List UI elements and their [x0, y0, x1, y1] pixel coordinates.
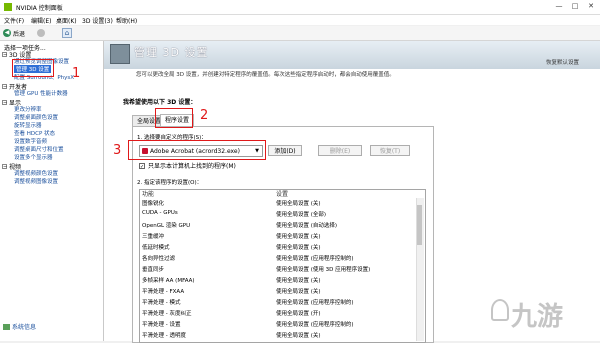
table-row-feature[interactable]: 低延时模式: [142, 243, 170, 251]
watermark-text: 九游: [511, 302, 564, 332]
table-row-setting[interactable]: 使用全局设置 (关): [276, 243, 321, 251]
minimize-button[interactable]: —: [552, 1, 566, 12]
annotation-box-2: [155, 108, 193, 128]
menu-edit[interactable]: 编辑(E): [31, 16, 51, 25]
annotation-box-3: [128, 140, 266, 160]
menu-file[interactable]: 文件(F): [4, 16, 24, 25]
sidebar-item-resolution[interactable]: 更改分辨率: [14, 105, 42, 113]
remove-program-button[interactable]: 删除(E): [318, 145, 362, 156]
add-program-button[interactable]: 添加(D): [268, 145, 302, 156]
sidebar-item-desktop-color[interactable]: 调整桌面颜色设置: [14, 113, 58, 121]
maximize-button[interactable]: □: [568, 1, 582, 12]
system-info-link[interactable]: 系统信息: [3, 322, 36, 331]
toolbar: [0, 26, 600, 41]
table-row-feature[interactable]: 平滑处理 - 灰度纠正: [142, 309, 191, 317]
table-row-feature[interactable]: 平滑处理 - 模式: [142, 298, 180, 306]
table-row-feature[interactable]: OpenGL 渲染 GPU: [142, 221, 190, 229]
collapse-icon[interactable]: −: [2, 164, 7, 170]
system-info-icon: [3, 323, 10, 330]
table-row-feature[interactable]: 各向异性过滤: [142, 254, 175, 262]
table-row-feature[interactable]: 平滑处理 - FXAA: [142, 287, 184, 295]
page-title: 管理 3D 设置: [134, 46, 209, 59]
table-row-setting[interactable]: 使用全局设置 (全部): [276, 210, 326, 218]
checkbox-check-icon[interactable]: ✓: [139, 162, 145, 170]
section-title: 我希望使用以下 3D 设置：: [123, 99, 197, 106]
restore-defaults-link[interactable]: 恢复默认设置: [546, 58, 579, 66]
collapse-icon[interactable]: −: [2, 100, 7, 106]
title-bar: [0, 0, 600, 15]
3d-settings-icon: [110, 44, 130, 64]
menu-help[interactable]: 帮助(H): [116, 16, 137, 25]
table-row-setting[interactable]: 使用全局设置 (关): [276, 331, 321, 339]
table-row-setting[interactable]: 使用全局设置 (关): [276, 287, 321, 295]
back-button[interactable]: ◀ 后退: [3, 28, 25, 38]
collapse-icon[interactable]: −: [2, 84, 7, 90]
table-row-setting[interactable]: 使用全局设置 (应用程序控制的): [276, 320, 354, 328]
forward-button[interactable]: [37, 29, 45, 37]
annotation-number-3: 3: [113, 143, 122, 158]
annotation-number-1: 1: [72, 66, 81, 81]
menu-desktop[interactable]: 桌面(K): [56, 16, 77, 25]
column-setting: 设置: [276, 191, 289, 198]
sidebar-item-gpu-counters[interactable]: 管理 GPU 性能计数器: [14, 89, 68, 97]
back-arrow-icon: ◀: [3, 29, 11, 37]
menu-3d-settings[interactable]: 3D 设置(3): [82, 16, 113, 25]
table-row-feature[interactable]: 平滑处理 - 透明度: [142, 331, 186, 339]
watermark-logo-icon: [491, 299, 509, 321]
table-row-setting[interactable]: 使用全局设置 (应用程序控制的): [276, 298, 354, 306]
table-row-setting[interactable]: 使用全局设置 (使用 3D 应用程序设置): [276, 265, 370, 273]
close-button[interactable]: ✕: [584, 1, 598, 12]
program-settings-label: 2. 指定该程序的设置(O)：: [137, 180, 203, 186]
home-icon[interactable]: ⌂: [62, 28, 72, 38]
sidebar-item-hdcp[interactable]: 查看 HDCP 状态: [14, 129, 55, 137]
annotation-number-2: 2: [200, 108, 209, 123]
sidebar-item-desktop-size[interactable]: 调整桌面尺寸和位置: [14, 145, 64, 153]
show-found-label: 只显示本计算机上找到的程序(M): [148, 163, 236, 170]
sidebar-item-rotate[interactable]: 旋转显示器: [14, 121, 42, 129]
back-label: 后退: [13, 30, 26, 38]
table-row-setting[interactable]: 使用全局设置 (关): [276, 199, 321, 207]
sidebar-item-multi-display[interactable]: 设置多个显示器: [14, 153, 53, 161]
column-feature: 功能: [142, 191, 155, 198]
page-description: 您可以更改全局 3D 设置，并创建对特定程序的覆盖值。每次这些指定程序启动时，都…: [136, 72, 395, 78]
table-row-feature[interactable]: 多帧采样 AA (MFAA): [142, 276, 195, 284]
scrollbar-thumb[interactable]: [417, 205, 422, 245]
table-row-feature[interactable]: 三重缓冲: [142, 232, 164, 240]
show-found-programs-checkbox[interactable]: ✓ 只显示本计算机上找到的程序(M): [139, 161, 236, 170]
table-row-setting[interactable]: 使用全局设置 (自动选择): [276, 221, 337, 229]
table-row-feature[interactable]: 垂直同步: [142, 265, 164, 273]
nvidia-logo-icon: [4, 3, 12, 11]
table-row-setting[interactable]: 使用全局设置 (关): [276, 276, 321, 284]
table-row-feature[interactable]: 图像锐化: [142, 199, 164, 207]
restore-program-button[interactable]: 恢复(T): [370, 145, 410, 156]
collapse-icon[interactable]: −: [2, 52, 7, 58]
table-row-feature[interactable]: 平滑处理 - 设置: [142, 320, 180, 328]
table-row-feature[interactable]: CUDA - GPUs: [142, 210, 178, 216]
table-row-setting[interactable]: 使用全局设置 (开): [276, 309, 321, 317]
sidebar-item-video-image[interactable]: 调整视频图像设置: [14, 177, 58, 185]
sidebar-item-video-color[interactable]: 调整视频颜色设置: [14, 169, 58, 177]
table-row-setting[interactable]: 使用全局设置 (应用程序控制的): [276, 254, 354, 262]
window-title: NVIDIA 控制面板: [16, 5, 63, 12]
annotation-box-1: [12, 59, 54, 77]
table-row-setting[interactable]: 使用全局设置 (关): [276, 232, 321, 240]
sidebar-item-audio[interactable]: 设置数字音频: [14, 137, 47, 145]
